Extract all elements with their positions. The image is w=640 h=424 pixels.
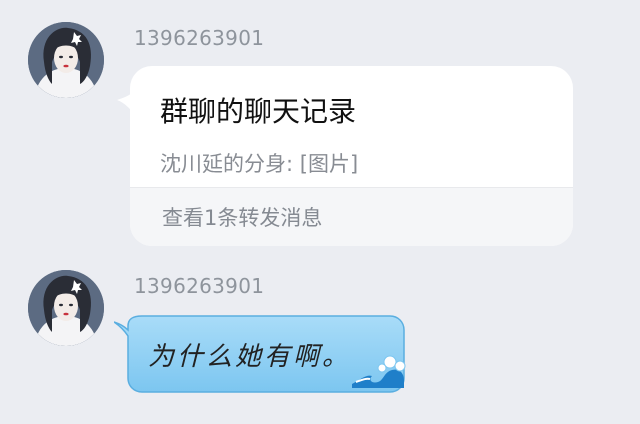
avatar-girl-icon <box>28 22 104 98</box>
sender-name: 1396263901 <box>134 274 265 298</box>
view-forwarded-label: 查看1条转发消息 <box>162 206 323 230</box>
forwarded-message-card[interactable]: 群聊的聊天记录 沈川延的分身: [图片] 查看1条转发消息 <box>117 66 573 246</box>
message-text: 为什么她有啊。 <box>148 342 352 372</box>
view-forwarded-link[interactable]: 查看1条转发消息 <box>130 187 573 246</box>
sender-name: 1396263901 <box>134 26 265 50</box>
bubble-tail-icon <box>117 92 133 112</box>
text-message-bubble[interactable]: 为什么她有啊。 <box>114 314 406 394</box>
card-title: 群聊的聊天记录 <box>160 95 357 128</box>
avatar-girl-icon <box>28 270 104 346</box>
card-preview: 沈川延的分身: [图片] <box>160 152 359 176</box>
avatar[interactable] <box>28 22 104 98</box>
avatar[interactable] <box>28 270 104 346</box>
wave-icon <box>352 355 406 388</box>
